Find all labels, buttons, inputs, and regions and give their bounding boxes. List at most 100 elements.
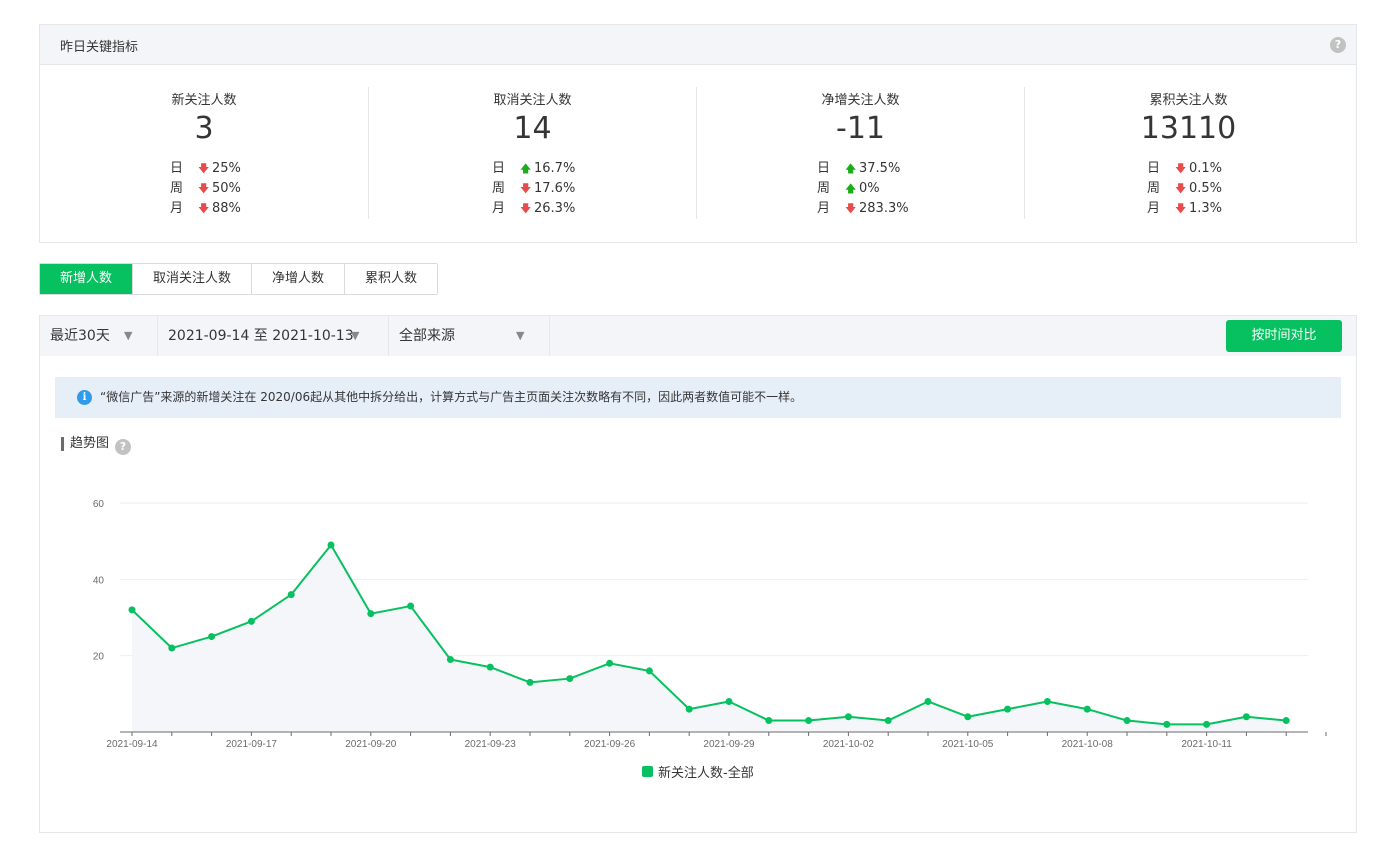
x-tick-label: 2021-10-11 (1181, 739, 1232, 750)
period-label: 月 (1147, 201, 1161, 216)
period-label: 周 (1147, 181, 1161, 196)
change-percent: 17.6% (534, 181, 576, 196)
legend-label: 新关注人数-全部 (658, 766, 754, 781)
data-point (247, 617, 255, 625)
metric-value: 13110 (1140, 111, 1237, 146)
metric-row-week: 周 🡇 0.5% (1147, 179, 1222, 199)
arrow-down-icon: 🡇 (198, 182, 210, 195)
data-point (407, 602, 415, 610)
period-label: 月 (170, 201, 184, 216)
metric-row-month: 月 🡇 1.3% (1147, 199, 1222, 219)
data-point (526, 678, 534, 686)
arrow-up-icon: 🡅 (520, 162, 532, 175)
metric-comparisons: 日 🡇 0.1% 周 🡇 0.5% 月 🡇 1.3% (1147, 159, 1222, 219)
data-point (765, 717, 773, 725)
metric-comparisons: 日 🡅 37.5% 周 🡅 0% 月 🡇 283.3% (817, 159, 909, 219)
arrow-down-icon: 🡇 (1175, 202, 1187, 215)
series-area (132, 544, 1287, 732)
metric-row-month: 月 🡇 26.3% (492, 199, 575, 219)
data-point (168, 644, 176, 652)
period-label: 日 (1147, 161, 1161, 176)
arrow-down-icon: 🡇 (1175, 162, 1187, 175)
metric-net-followers: 净增关注人数 -11 日 🡅 37.5% 周 🡅 0% 月 🡇 283.3% (696, 87, 1024, 219)
metric-value: 3 (194, 111, 214, 146)
x-tick-label: 2021-09-26 (584, 739, 636, 750)
change-percent: 1.3% (1189, 201, 1223, 216)
key-metrics-header: 昨日关键指标 ? (40, 25, 1356, 65)
tab-new-followers[interactable]: 新增人数 (40, 264, 133, 294)
data-point (606, 659, 614, 667)
data-point (327, 541, 335, 549)
arrow-down-icon: 🡇 (198, 162, 210, 175)
data-point (725, 697, 733, 705)
x-tick-label: 2021-09-17 (226, 739, 278, 750)
data-point (1242, 713, 1250, 721)
metric-row-week: 周 🡅 0% (817, 179, 909, 199)
metric-tabs: 新增人数 取消关注人数 净增人数 累积人数 (39, 263, 439, 295)
chart-legend[interactable]: 新关注人数-全部 (642, 762, 754, 781)
metric-row-month: 月 🡇 88% (170, 199, 241, 219)
change-percent: 88% (212, 201, 241, 216)
change-percent: 16.7% (534, 161, 576, 176)
metric-row-week: 周 🡇 50% (170, 179, 241, 199)
x-tick-label: 2021-09-29 (703, 739, 755, 750)
key-metrics-title: 昨日关键指标 (60, 40, 139, 55)
data-point (1004, 705, 1012, 713)
data-point (1043, 697, 1051, 705)
metric-row-day: 日 🡇 0.1% (1147, 159, 1222, 179)
data-point (486, 663, 494, 671)
period-label: 周 (170, 181, 184, 196)
metric-row-day: 日 🡅 37.5% (817, 159, 909, 179)
arrow-down-icon: 🡇 (845, 202, 857, 215)
data-point (287, 591, 295, 599)
data-point (128, 606, 136, 614)
data-point (884, 717, 892, 725)
x-tick-label: 2021-09-23 (465, 739, 517, 750)
data-point (446, 655, 454, 663)
metric-unfollowers: 取消关注人数 14 日 🡅 16.7% 周 🡇 17.6% 月 🡇 26.3% (368, 87, 696, 219)
metric-value: -11 (836, 111, 885, 146)
period-label: 月 (817, 201, 831, 216)
data-point (964, 713, 972, 721)
arrow-up-icon: 🡅 (845, 182, 857, 195)
y-tick-label: 20 (93, 652, 105, 663)
change-percent: 50% (212, 181, 241, 196)
metric-row-month: 月 🡇 283.3% (817, 199, 909, 219)
data-point (844, 713, 852, 721)
tab-total-followers[interactable]: 累积人数 (344, 264, 438, 294)
tab-unfollowers[interactable]: 取消关注人数 (132, 264, 252, 294)
metric-row-day: 日 🡇 25% (170, 159, 241, 179)
change-percent: 0% (859, 181, 880, 196)
change-percent: 25% (212, 161, 241, 176)
data-point (685, 705, 693, 713)
change-percent: 0.1% (1189, 161, 1223, 176)
metric-comparisons: 日 🡇 25% 周 🡇 50% 月 🡇 88% (170, 159, 241, 219)
metric-label: 累积关注人数 (1149, 93, 1228, 108)
data-point (1163, 720, 1171, 728)
period-label: 周 (492, 181, 506, 196)
tab-net-followers[interactable]: 净增人数 (251, 264, 345, 294)
metric-total-followers: 累积关注人数 13110 日 🡇 0.1% 周 🡇 0.5% 月 🡇 1.3% (1024, 87, 1352, 219)
data-point (1123, 717, 1131, 725)
legend-swatch (642, 766, 653, 777)
x-tick-label: 2021-10-02 (823, 739, 875, 750)
data-point (645, 667, 653, 675)
metric-label: 新关注人数 (171, 93, 237, 108)
data-point (566, 675, 574, 683)
data-point (1083, 705, 1091, 713)
x-tick-label: 2021-09-20 (345, 739, 397, 750)
metric-label: 取消关注人数 (493, 93, 572, 108)
change-percent: 283.3% (859, 201, 909, 216)
period-label: 月 (492, 201, 506, 216)
data-point (367, 610, 375, 618)
data-point (1203, 720, 1211, 728)
key-metrics-panel: 昨日关键指标 ? 新关注人数 3 日 🡇 25% 周 🡇 50% 月 🡇 88% 取消关注人… (39, 24, 1357, 243)
metric-value: 14 (513, 111, 552, 146)
metric-label: 净增关注人数 (821, 93, 900, 108)
metric-row-week: 周 🡇 17.6% (492, 179, 575, 199)
help-icon[interactable]: ? (1330, 37, 1346, 53)
arrow-down-icon: 🡇 (1175, 182, 1187, 195)
y-tick-label: 60 (93, 499, 105, 510)
period-label: 日 (817, 161, 831, 176)
trend-panel: 最近30天 ▼ 2021-09-14 至 2021-10-13 ▼ 全部来源 ▼… (39, 315, 1357, 833)
